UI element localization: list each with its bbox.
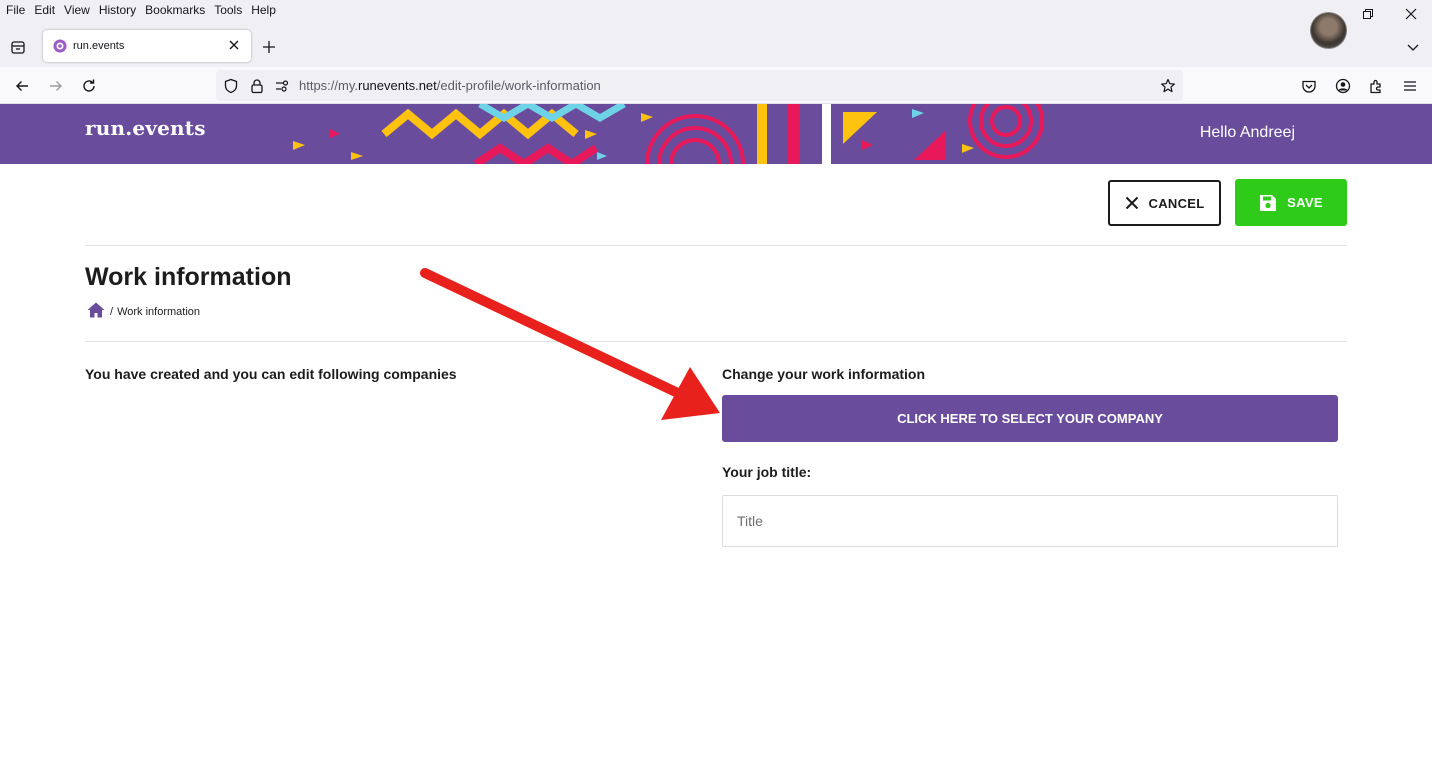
save-label: SAVE bbox=[1287, 195, 1323, 210]
account-icon[interactable] bbox=[1333, 76, 1353, 96]
home-icon[interactable] bbox=[87, 302, 105, 321]
bookmark-star-icon[interactable] bbox=[1159, 77, 1177, 95]
app-menu-icon[interactable] bbox=[1400, 76, 1420, 96]
menu-edit[interactable]: Edit bbox=[29, 3, 59, 17]
permissions-icon[interactable] bbox=[273, 77, 291, 95]
url-path: /edit-profile/work-information bbox=[436, 78, 601, 93]
greeting-text: Hello Andreej bbox=[1199, 124, 1295, 141]
floppy-disk-icon bbox=[1260, 194, 1277, 211]
menu-view[interactable]: View bbox=[59, 3, 94, 17]
menu-bar: File Edit View History Bookmarks Tools H… bbox=[0, 0, 1432, 20]
breadcrumb: / Work information bbox=[87, 302, 200, 321]
tab-list-icon[interactable] bbox=[9, 38, 27, 56]
menu-file[interactable]: File bbox=[0, 3, 29, 17]
breadcrumb-separator: / bbox=[110, 305, 114, 318]
menu-tools[interactable]: Tools bbox=[209, 3, 246, 17]
new-tab-icon[interactable] bbox=[260, 38, 278, 56]
shield-icon[interactable] bbox=[222, 77, 240, 95]
cancel-label: CANCEL bbox=[1148, 195, 1205, 211]
avatar[interactable] bbox=[1310, 12, 1347, 49]
list-all-tabs-icon[interactable] bbox=[1404, 38, 1422, 56]
site-header: run.events Hello Andreej bbox=[0, 104, 1432, 164]
close-icon bbox=[1125, 196, 1138, 210]
forward-icon[interactable] bbox=[46, 76, 66, 96]
tab-strip: run.events bbox=[0, 20, 1432, 67]
page-title: Work information bbox=[85, 263, 292, 291]
url-host: runevents.net bbox=[358, 78, 437, 93]
divider bbox=[85, 341, 1347, 342]
close-tab-icon[interactable] bbox=[227, 38, 241, 52]
back-icon[interactable] bbox=[12, 76, 32, 96]
address-bar[interactable]: https://my.runevents.net/edit-profile/wo… bbox=[216, 70, 1183, 101]
save-button[interactable]: SAVE bbox=[1235, 179, 1347, 226]
companies-heading: You have created and you can edit follow… bbox=[85, 366, 457, 382]
pocket-icon[interactable] bbox=[1299, 76, 1319, 96]
tab-title: run.events bbox=[73, 40, 125, 52]
navigation-toolbar: https://my.runevents.net/edit-profile/wo… bbox=[0, 67, 1432, 104]
site-logo[interactable]: run.events bbox=[85, 116, 206, 140]
menu-bookmarks[interactable]: Bookmarks bbox=[140, 3, 209, 17]
menu-help[interactable]: Help bbox=[246, 3, 280, 17]
divider bbox=[85, 245, 1347, 246]
menu-history[interactable]: History bbox=[94, 3, 140, 17]
reload-icon[interactable] bbox=[79, 76, 99, 96]
favicon-icon bbox=[53, 39, 67, 53]
select-company-button[interactable]: CLICK HERE TO SELECT YOUR COMPANY bbox=[722, 395, 1338, 442]
url-text[interactable]: https://my.runevents.net/edit-profile/wo… bbox=[299, 78, 601, 93]
job-title-label: Your job title: bbox=[722, 464, 812, 480]
url-prefix: https://my. bbox=[299, 78, 358, 93]
lock-icon[interactable] bbox=[248, 77, 266, 95]
extensions-icon[interactable] bbox=[1366, 76, 1386, 96]
breadcrumb-current: Work information bbox=[117, 305, 200, 318]
work-info-heading: Change your work information bbox=[722, 366, 926, 382]
tab-run-events[interactable]: run.events bbox=[43, 30, 251, 62]
cancel-button[interactable]: CANCEL bbox=[1108, 180, 1221, 226]
job-title-input[interactable] bbox=[722, 495, 1338, 547]
